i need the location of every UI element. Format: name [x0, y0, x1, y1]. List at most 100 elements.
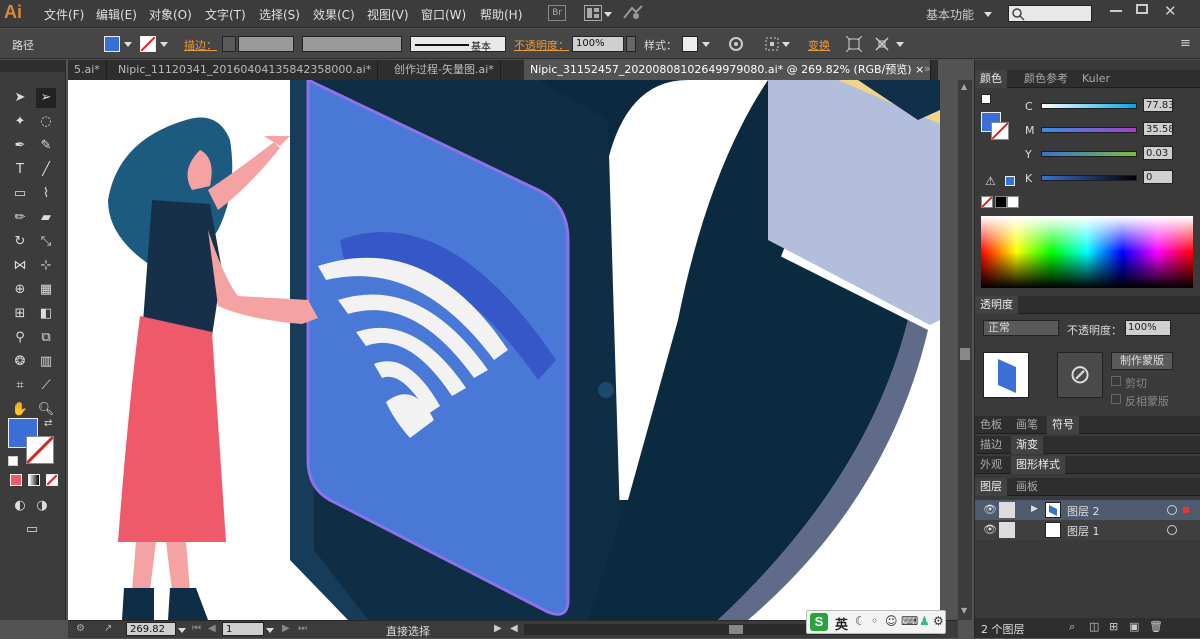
- hscroll-thumb[interactable]: [729, 625, 743, 634]
- gradient-tool-icon[interactable]: ◧: [36, 304, 56, 324]
- free-transform-tool-icon[interactable]: ⊹: [36, 256, 56, 276]
- eyedropper-tool-icon[interactable]: ⚲: [10, 328, 30, 348]
- mesh-tool-icon[interactable]: ⊞: [10, 304, 30, 324]
- screen-mode-icon[interactable]: ▭: [22, 520, 42, 540]
- zoom-dropdown-icon[interactable]: [178, 628, 186, 633]
- scale-tool-icon[interactable]: ⤡: [36, 232, 56, 252]
- zoom-tool-icon[interactable]: 🔍︎: [36, 400, 56, 420]
- graphic-style-dropdown-icon[interactable]: [702, 42, 710, 47]
- menu-select[interactable]: 选择(S): [259, 6, 300, 23]
- menu-object[interactable]: 对象(O): [149, 6, 192, 23]
- ime-language-toggle[interactable]: 英: [835, 614, 848, 633]
- artboard-dropdown-icon[interactable]: [266, 628, 274, 633]
- channel-c-input[interactable]: 77.83: [1143, 98, 1175, 112]
- stroke-swatch[interactable]: [140, 36, 156, 52]
- none-mode-icon[interactable]: [46, 474, 58, 486]
- arrange-documents-icon[interactable]: [584, 5, 602, 21]
- tab-layers[interactable]: 图层: [975, 478, 1007, 496]
- align-to-icon[interactable]: [764, 36, 780, 55]
- menu-file[interactable]: 文件(F): [44, 6, 84, 23]
- symbol-sprayer-tool-icon[interactable]: ❂: [10, 352, 30, 372]
- new-layer-icon[interactable]: ▣: [1129, 620, 1139, 633]
- visibility-eye-icon[interactable]: 👁︎: [983, 503, 997, 516]
- lock-toggle[interactable]: [999, 502, 1015, 518]
- channel-m-input[interactable]: 35.58: [1143, 122, 1175, 136]
- visibility-eye-icon[interactable]: 👁︎: [983, 523, 997, 536]
- close-window-icon[interactable]: ✕: [1164, 2, 1177, 20]
- workspace-dropdown-icon[interactable]: [984, 12, 992, 17]
- menu-view[interactable]: 视图(V): [367, 6, 409, 23]
- width-tool-icon[interactable]: ⋈: [10, 256, 30, 276]
- delete-layer-icon[interactable]: 🗑︎: [1149, 620, 1163, 633]
- share-icon[interactable]: ↗: [104, 623, 112, 634]
- tab-color-guide[interactable]: 颜色参考: [1019, 70, 1073, 88]
- menu-effect[interactable]: 效果(C): [313, 6, 355, 23]
- stroke-weight-stepper[interactable]: [222, 36, 236, 52]
- tab-appearance[interactable]: 外观: [975, 456, 1007, 474]
- channel-k-input[interactable]: 0: [1143, 170, 1173, 184]
- scroll-thumb[interactable]: [960, 348, 970, 360]
- layer-name[interactable]: 图层 1: [1067, 523, 1100, 539]
- layer-target-icon[interactable]: [1167, 525, 1177, 535]
- color-panel-stroke[interactable]: [991, 122, 1009, 140]
- scroll-up-icon[interactable]: ▲: [961, 82, 967, 91]
- ime-emoji-icon[interactable]: ☺: [885, 614, 898, 628]
- menu-help[interactable]: 帮助(H): [480, 6, 522, 23]
- zoom-level-input[interactable]: 269.82: [126, 622, 176, 636]
- none-swatch[interactable]: [981, 196, 993, 208]
- layer-selection-indicator[interactable]: [1183, 507, 1189, 513]
- draw-normal-icon[interactable]: ◐: [10, 496, 30, 516]
- tab-doc-2[interactable]: Nipic_11120341_20160404135842358000.ai*: [112, 60, 379, 80]
- channel-c-slider[interactable]: [1041, 103, 1137, 109]
- fill-swatch[interactable]: [104, 36, 120, 52]
- gradient-mode-icon[interactable]: [28, 474, 40, 486]
- curvature-tool-icon[interactable]: ✎: [36, 136, 56, 156]
- expand-layer-icon[interactable]: ▶: [1031, 504, 1038, 514]
- rectangle-tool-icon[interactable]: ▭: [10, 184, 30, 204]
- slice-tool-icon[interactable]: ⟋: [36, 376, 56, 396]
- white-swatch[interactable]: [1007, 196, 1019, 208]
- swap-fill-stroke-icon[interactable]: ⇄: [44, 418, 52, 429]
- ime-halfwidth-icon[interactable]: ☾: [855, 614, 866, 628]
- blend-tool-icon[interactable]: ⧉: [36, 328, 56, 348]
- menu-type[interactable]: 文字(T): [205, 6, 246, 23]
- opacity-input[interactable]: 100%: [572, 36, 624, 52]
- lock-toggle[interactable]: [999, 522, 1015, 538]
- mask-thumbnail-none-icon[interactable]: ⊘: [1057, 352, 1103, 398]
- prev-artboard-icon[interactable]: ◀: [208, 623, 216, 634]
- tab-doc-1[interactable]: 5.ai*: [68, 60, 107, 80]
- transform-label[interactable]: 变换: [808, 37, 830, 53]
- first-artboard-icon[interactable]: ⏮: [192, 623, 201, 634]
- layer-row[interactable]: 👁︎ ▶ 图层 2: [975, 500, 1200, 520]
- graphic-style-swatch[interactable]: [682, 36, 698, 52]
- column-graph-tool-icon[interactable]: ▥: [36, 352, 56, 372]
- status-menu-icon[interactable]: ▶: [494, 623, 502, 634]
- isolate-selection-icon[interactable]: [845, 35, 863, 55]
- tab-doc-active[interactable]: Nipic_31152457_20200808102649979080.ai* …: [524, 60, 932, 80]
- arrange-dropdown-icon[interactable]: [604, 12, 612, 17]
- tab-doc-3[interactable]: 创作过程-矢量图.ai*: [388, 60, 501, 80]
- hscroll-left-icon[interactable]: ◀: [510, 623, 518, 634]
- close-tab-icon[interactable]: ×: [915, 63, 924, 76]
- draw-behind-icon[interactable]: ◑: [32, 496, 52, 516]
- channel-y-input[interactable]: 0.03: [1143, 146, 1173, 160]
- next-artboard-icon[interactable]: ▶: [282, 623, 290, 634]
- rotate-tool-icon[interactable]: ↻: [10, 232, 30, 252]
- search-help-input[interactable]: [1008, 5, 1092, 22]
- transparency-opacity-input[interactable]: 100%: [1125, 320, 1171, 336]
- stroke-dropdown-icon[interactable]: [160, 42, 168, 47]
- bridge-button[interactable]: Br: [548, 5, 566, 21]
- recolor-artwork-icon[interactable]: [728, 36, 744, 55]
- hand-tool-icon[interactable]: ✋: [10, 400, 30, 420]
- minimize-window-icon[interactable]: [1110, 10, 1122, 12]
- blend-mode-select[interactable]: 正常: [983, 320, 1059, 336]
- tab-swatches[interactable]: 色板: [975, 416, 1007, 434]
- pencil-tool-icon[interactable]: ✏: [10, 208, 30, 228]
- tab-symbols[interactable]: 符号: [1047, 416, 1079, 434]
- stroke-label[interactable]: 描边：: [184, 37, 217, 53]
- locate-object-icon[interactable]: ⌕: [1069, 620, 1075, 634]
- color-mode-icon[interactable]: [10, 474, 22, 486]
- tab-gradient[interactable]: 渐变: [1011, 436, 1043, 454]
- stroke-weight-input[interactable]: [238, 36, 294, 52]
- channel-k-slider[interactable]: [1041, 175, 1137, 181]
